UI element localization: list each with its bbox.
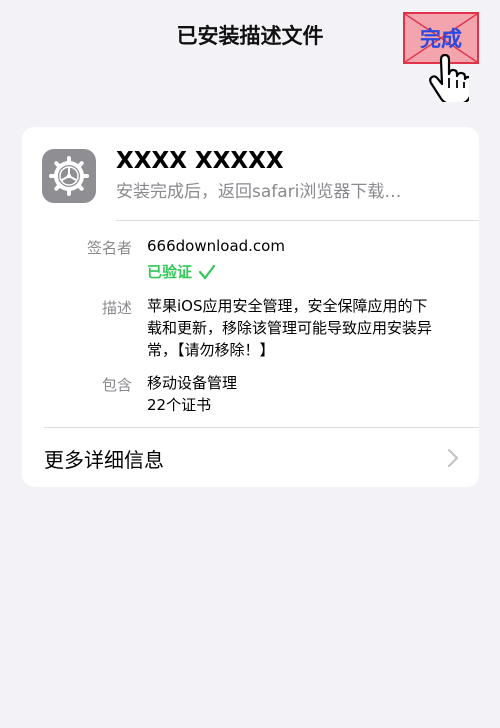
more-details-row[interactable]: 更多详细信息	[22, 428, 479, 487]
description-line: 苹果iOS应用安全管理，安全保障应用的下	[147, 297, 428, 315]
signer-value: 666download.com	[147, 237, 285, 255]
divider	[116, 220, 479, 221]
contains-value: 移动设备管理 22个证书	[147, 372, 237, 416]
description-value: 苹果iOS应用安全管理，安全保障应用的下 载和更新，移除该管理可能导致应用安装异…	[147, 295, 467, 361]
done-button-label: 完成	[420, 27, 462, 51]
profile-name: XXXX XXXXX	[116, 148, 284, 174]
signer-label: 签名者	[86, 239, 132, 257]
contains-line: 移动设备管理	[147, 374, 238, 392]
profile-card: XXXX XXXXX 安装完成后，返回safari浏览器下载… 签名者 666d…	[22, 127, 479, 487]
contains-label: 包含	[101, 376, 132, 394]
profile-subtitle: 安装完成后，返回safari浏览器下载…	[116, 182, 402, 202]
verified-status: 已验证	[147, 261, 216, 282]
description-line: 常，【请勿移除！】	[147, 341, 275, 359]
verified-label: 已验证	[147, 263, 193, 281]
checkmark-icon	[198, 264, 216, 279]
description-line: 载和更新，移除该管理可能导致应用安装异	[147, 319, 433, 337]
more-details-label: 更多详细信息	[44, 448, 164, 472]
chevron-right-icon	[447, 448, 459, 468]
description-label: 描述	[101, 299, 132, 317]
contains-line: 22个证书	[147, 396, 212, 414]
gear-icon	[42, 149, 96, 203]
pointer-hand-icon	[429, 54, 469, 102]
